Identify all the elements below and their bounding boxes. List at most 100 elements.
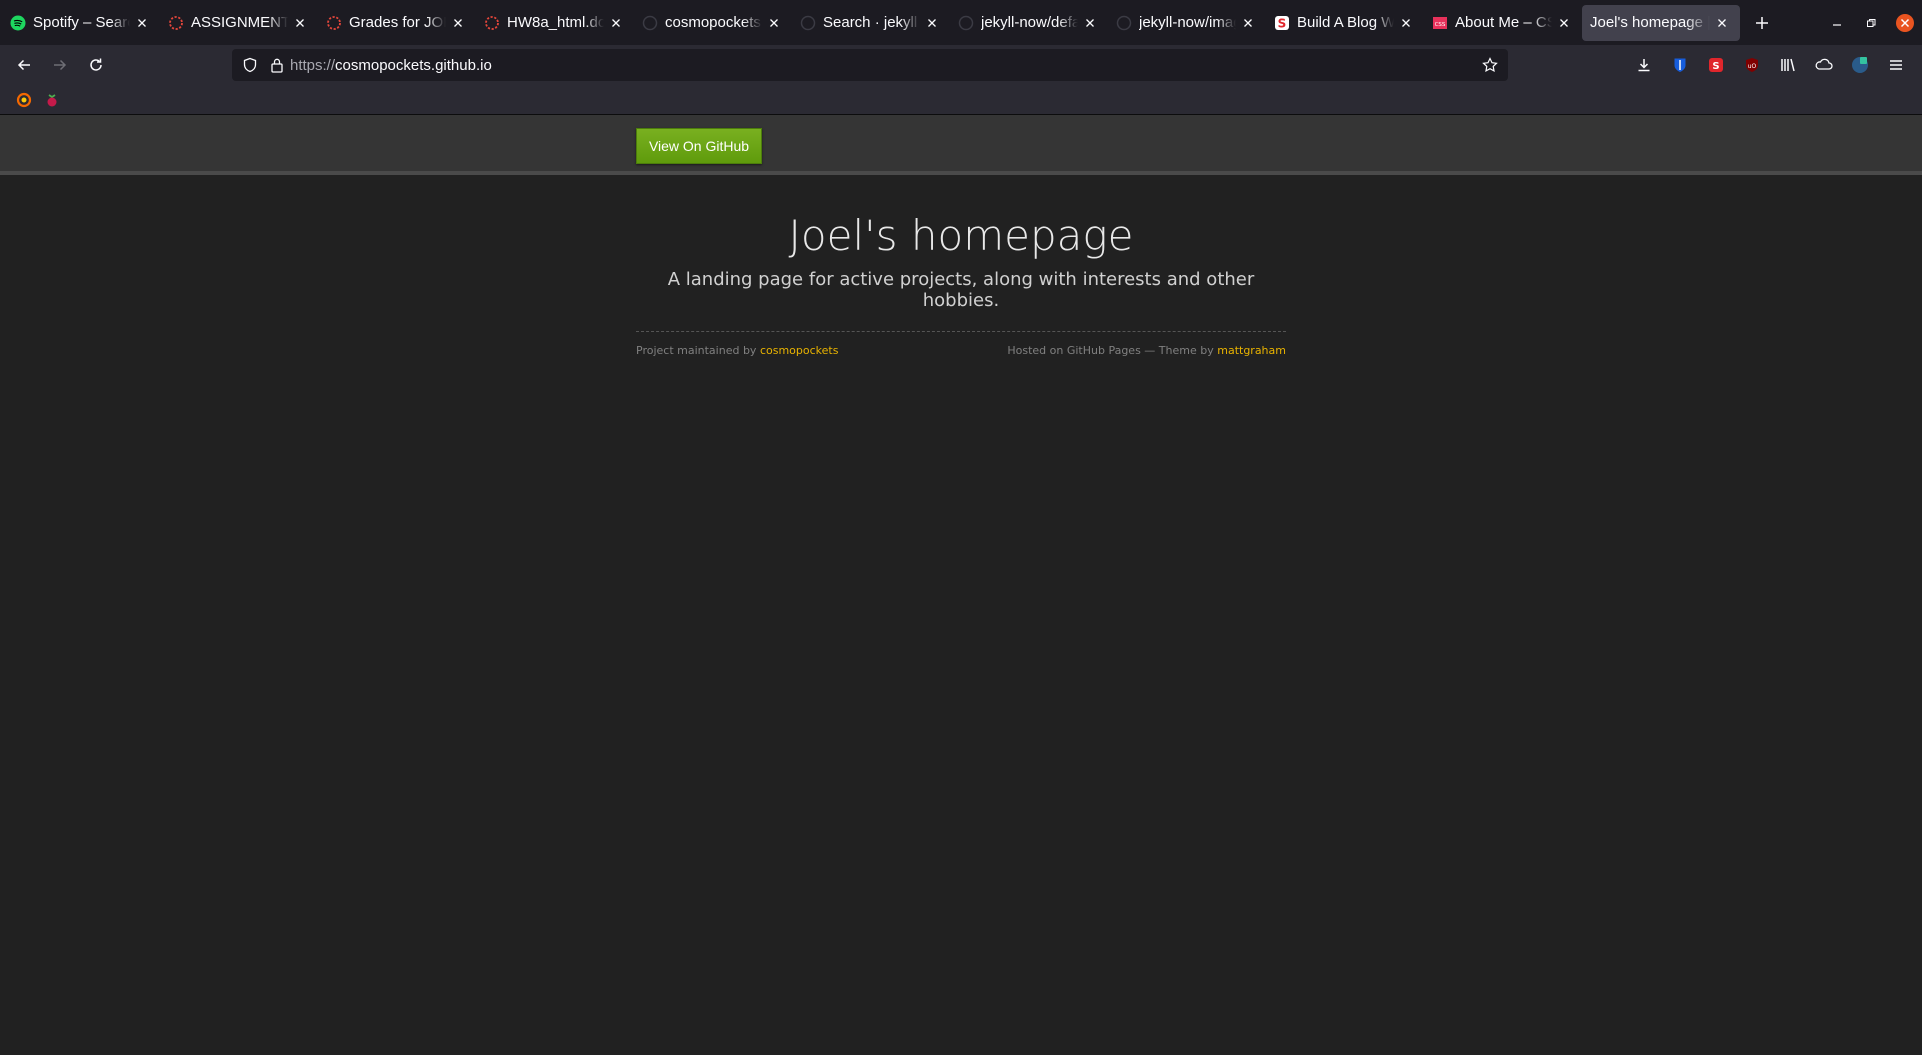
reload-icon [90,58,102,71]
page-footer: Project maintained by cosmopockets Hoste… [636,344,1286,357]
plus-icon [1756,16,1768,29]
s-icon: S [1274,15,1290,31]
reload-button[interactable] [78,49,114,81]
minimize-icon [1833,24,1841,26]
close-tab-icon[interactable] [766,15,782,31]
divider [636,331,1286,332]
bookmark-raspberry[interactable] [40,88,64,112]
back-button[interactable] [6,49,42,81]
canvas-icon [168,15,184,31]
main-content: Joel's homepage A landing page for activ… [636,175,1286,357]
bookmark-star-icon[interactable] [1482,57,1498,73]
tab-title: Grades for JOEL [349,14,446,31]
navigation-toolbar: https://cosmopockets.github.io S uO [0,45,1922,85]
tab-title: Build A Blog With [1297,14,1394,31]
url-scheme: https:// [290,56,336,74]
canvas-icon [484,15,500,31]
maintainer-link[interactable]: cosmopockets [760,344,839,357]
restore-button[interactable] [1854,6,1888,40]
browser-tab[interactable]: Joel's homepage | Joel [1582,4,1740,41]
tab-strip: Spotify – Search ASSIGNMENT: HW8 Grades fo… [0,0,1922,45]
theme-author-link[interactable]: mattgraham [1217,344,1286,357]
browser-tab[interactable]: HW8a_html.docx [476,5,634,41]
site-header: View On GitHub [0,115,1922,175]
maintainer-credit: Project maintained by cosmopockets [636,344,838,357]
address-bar[interactable]: https://cosmopockets.github.io [232,49,1508,81]
browser-tab[interactable]: CSS About Me – CSS [1424,5,1582,41]
svg-text:S: S [1278,16,1287,30]
hosting-credit: Hosted on GitHub Pages — Theme by mattgr… [1007,344,1286,357]
menu-button[interactable] [1878,49,1914,81]
bookmarks-toolbar [0,85,1922,115]
cloud-icon [1815,58,1833,70]
github-icon [642,15,658,31]
raspberry-icon [47,93,57,106]
browser-tab[interactable]: Spotify – Search [2,5,160,41]
github-icon [958,15,974,31]
s-logo-icon: S [1709,58,1723,72]
close-tab-icon[interactable] [1556,15,1572,31]
spotify-icon [10,15,26,31]
maintainer-prefix: Project maintained by [636,344,760,357]
close-tab-icon[interactable] [1240,15,1256,31]
browser-tab[interactable]: S Build A Blog With [1266,5,1424,41]
library-button[interactable] [1770,49,1806,81]
restore-icon [1867,19,1876,27]
minimize-button[interactable] [1820,6,1854,40]
toolbar-extensions: S uO [1626,49,1914,81]
close-tab-icon[interactable] [1714,15,1730,31]
ublock-extension[interactable]: uO [1734,49,1770,81]
close-window-button[interactable] [1888,6,1922,40]
close-tab-icon[interactable] [134,15,150,31]
tab-title: Joel's homepage | Joel [1590,14,1710,31]
browser-tab[interactable]: jekyll-now/images [1108,5,1266,41]
tab-title: jekyll-now/default [981,14,1078,31]
github-icon [1116,15,1132,31]
tab-title: ASSIGNMENT: HW8 [191,14,288,31]
url-text[interactable]: https://cosmopockets.github.io [290,57,492,74]
browser-tab[interactable]: Search · jekyll [792,5,950,41]
back-arrow-icon [17,59,30,71]
forward-button[interactable] [42,49,78,81]
downloads-button[interactable] [1626,49,1662,81]
close-tab-icon[interactable] [292,15,308,31]
svg-text:S: S [1712,61,1719,72]
close-tab-icon[interactable] [450,15,466,31]
browser-tab[interactable]: jekyll-now/default [950,5,1108,41]
tab-title: jekyll-now/images [1139,14,1236,31]
close-tab-icon[interactable] [1398,15,1414,31]
css-icon: CSS [1432,15,1448,31]
browser-tab[interactable]: cosmopockets (Joel) [634,5,792,41]
tab-title: About Me – CSS [1455,14,1552,31]
browser-tab[interactable]: Grades for JOEL [318,5,476,41]
close-tab-icon[interactable] [1082,15,1098,31]
url-host: cosmopockets.github.io [335,56,492,74]
github-icon [800,15,816,31]
tab-list: Spotify – Search ASSIGNMENT: HW8 Grades fo… [0,0,1740,45]
close-tab-icon[interactable] [924,15,940,31]
canvas-icon [326,15,342,31]
browser-tab[interactable]: ASSIGNMENT: HW8 [160,5,318,41]
tab-title: HW8a_html.docx [507,14,604,31]
view-on-github-button[interactable]: View On GitHub [636,128,762,164]
ublock-icon: uO [1746,58,1758,72]
hamburger-menu-icon [1890,60,1902,70]
page-title: Joel's homepage [788,211,1134,260]
cloud-extension[interactable] [1806,49,1842,81]
tab-title: cosmopockets (Joel) [665,14,762,31]
lock-icon[interactable] [270,57,284,73]
tracking-shield-icon[interactable] [242,57,258,73]
page-subtitle: A landing page for active projects, alon… [667,269,1255,311]
bitwarden-icon [1674,58,1686,72]
bookmark-grafana[interactable] [12,88,36,112]
close-tab-icon[interactable] [608,15,624,31]
svg-text:CSS: CSS [1435,22,1446,28]
account-icon [1852,57,1868,73]
s-extension[interactable]: S [1698,49,1734,81]
new-tab-button[interactable] [1746,7,1778,39]
bitwarden-extension[interactable] [1662,49,1698,81]
account-button[interactable] [1842,49,1878,81]
tab-title: Spotify – Search [33,14,130,31]
forward-arrow-icon [54,59,67,71]
web-page: View On GitHub Joel's homepage A landing… [0,115,1922,1055]
